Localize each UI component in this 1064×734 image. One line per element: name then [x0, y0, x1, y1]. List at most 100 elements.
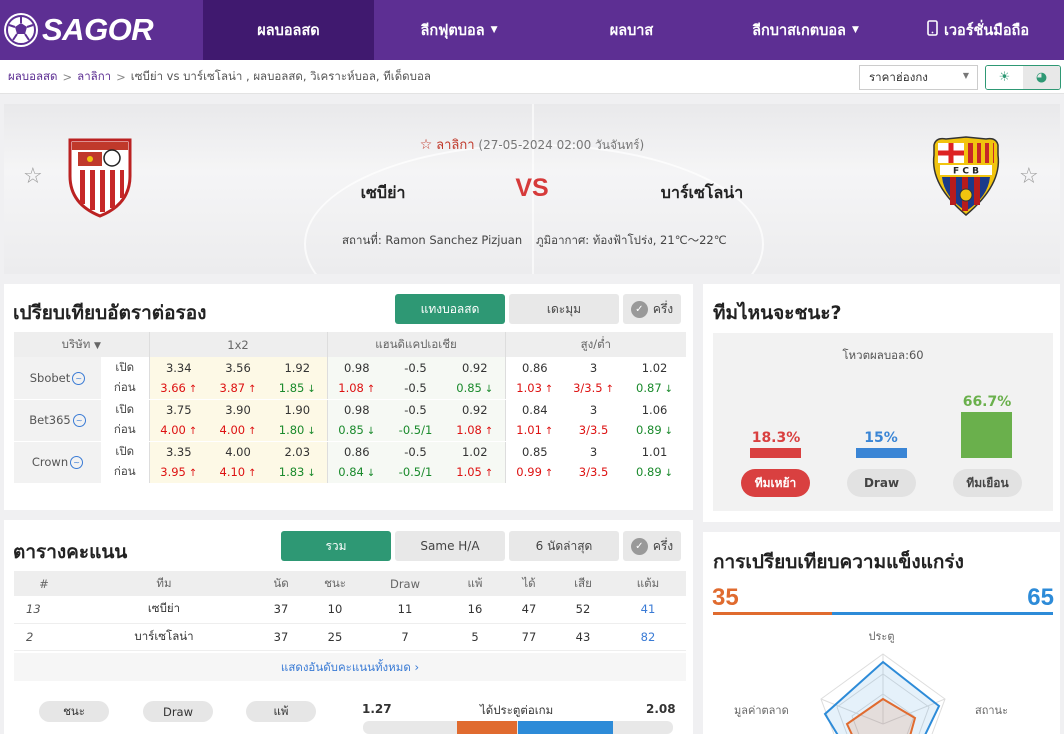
odds-value: 1.08	[338, 381, 364, 396]
tab-same-ha[interactable]: Same H/A	[395, 531, 505, 561]
odds-open-value: 0.92	[445, 357, 506, 378]
odds-before-value: 0.84 ↓	[327, 462, 386, 484]
standings-cell: 82	[610, 623, 686, 651]
odds-value: 1.83	[278, 465, 305, 480]
odds-open-value: 0.84	[505, 399, 565, 420]
standings-cell: 5	[448, 623, 502, 651]
tab-label: ครึ่ง	[652, 538, 674, 553]
odds-before-value: -0.5	[386, 378, 445, 400]
match-datetime: (27-05-2024 02:00 วันจันทร์)	[478, 138, 645, 152]
vote-count: โหวตผลบอล:60	[842, 348, 924, 362]
odds-open-value: 3.90	[208, 399, 268, 420]
arrow-up-icon: ↑	[248, 426, 257, 438]
bookmaker-label: Crown	[31, 455, 69, 469]
tab-half[interactable]: ✓ ครึ่ง	[623, 294, 681, 324]
league-name[interactable]: ลาลิกา	[436, 138, 474, 153]
arrow-down-icon: ↓	[664, 426, 674, 438]
odds-before-value: 0.85 ↓	[445, 378, 506, 400]
odds-comparison-card: เปรียบเทียบอัตราต่อรอง แทงบอลสด เดะมุม ✓…	[4, 284, 693, 510]
odds-before-value: 1.80 ↓	[268, 420, 328, 442]
arrow-up-icon: ↑	[248, 384, 257, 396]
theme-toggle[interactable]: ☀ ◕	[985, 65, 1061, 90]
home-strength-bar	[713, 612, 832, 615]
home-team-name[interactable]: เซบีย่า	[283, 181, 483, 206]
trend-chart-icon[interactable]: ~	[72, 371, 86, 385]
odds-open-value: 0.98	[327, 399, 386, 420]
star-icon[interactable]: ☆	[1019, 164, 1039, 189]
arrow-up-icon: ↑	[484, 426, 494, 438]
standings-cell: 13	[14, 596, 74, 624]
standings-header: แพ้	[448, 571, 502, 596]
odds-before-value: 0.89 ↓	[623, 420, 687, 442]
odds-value: 0.99	[516, 465, 542, 480]
standings-cell: 11	[362, 596, 448, 624]
nav-label: เวอร์ชั่นมือถือ	[943, 22, 1030, 39]
nav-basketball-results[interactable]: ผลบาส	[544, 0, 719, 60]
tab-corners[interactable]: เดะมุม	[509, 294, 619, 324]
vote-home-button[interactable]: ทีมเหย้า	[741, 469, 810, 497]
header-company[interactable]: บริษัท ▼	[14, 332, 150, 357]
trend-chart-icon[interactable]: ~	[70, 456, 84, 469]
nav-football-leagues[interactable]: ลีกฟุตบอล ▼	[374, 0, 544, 60]
odds-open-value: 3	[564, 441, 624, 462]
open-label: เปิด	[101, 441, 150, 462]
strength-title: การเปรียบเทียบความแข็งแกร่ง	[713, 551, 964, 573]
arrow-up-icon: ↑	[188, 426, 198, 438]
standings-cell: 41	[610, 596, 686, 624]
radar-axis-form: สถานะ	[975, 704, 1008, 717]
arrow-down-icon: ↓	[366, 468, 376, 480]
away-team-name[interactable]: บาร์เซโลน่า	[602, 181, 802, 206]
moon-icon[interactable]: ◕	[1023, 66, 1060, 89]
vote-draw-button[interactable]: Draw	[847, 469, 916, 497]
trend-chart-icon[interactable]: ~	[72, 414, 86, 427]
odds-open-value: 3.35	[149, 441, 208, 462]
vote-away-button[interactable]: ทีมเยือน	[953, 469, 1022, 497]
odds-open-value: 0.92	[445, 399, 506, 420]
bookmaker-name[interactable]: Crown ~	[14, 441, 101, 484]
arrow-down-icon: ↓	[664, 468, 674, 480]
odds-open-value: 1.02	[623, 357, 687, 378]
odds-open-value: 1.06	[623, 399, 687, 420]
team-link[interactable]: เซบีย่า	[74, 596, 254, 624]
show-all-standings-link[interactable]: แสดงอันดับคะแนนทั้งหมด ›	[14, 653, 686, 681]
star-icon[interactable]: ☆	[420, 137, 433, 153]
tab-total[interactable]: รวม	[281, 531, 391, 561]
odds-type-select[interactable]: ราคาฮ่องกง ▼	[859, 65, 978, 90]
odds-value: 1.03	[516, 381, 542, 396]
nav-live-scores[interactable]: ผลบอลสด	[203, 0, 374, 60]
tab-last-6[interactable]: 6 นัดล่าสุด	[509, 531, 619, 561]
arrow-down-icon: ↓	[307, 468, 316, 480]
header-asian-handicap: แฮนดิแคปเอเชีย	[327, 332, 506, 357]
odds-value: 1.85	[278, 381, 305, 396]
tab-live-betting[interactable]: แทงบอลสด	[395, 294, 505, 324]
standings-header: นัด	[254, 571, 308, 596]
breadcrumb-current: เซบีย่า vs บาร์เซโลน่า , ผลบอลสด, วิเครา…	[130, 68, 431, 83]
odds-value: 0.89	[636, 423, 662, 438]
star-icon[interactable]: ☆	[23, 164, 43, 189]
draw-percent: 15%	[864, 430, 898, 446]
odds-open-value: 0.86	[327, 441, 386, 462]
standings-cell: 77	[502, 623, 556, 651]
nav-label: ลีกฟุตบอล	[420, 22, 485, 39]
goals-compare-bar	[363, 721, 673, 734]
bookmaker-name[interactable]: Sbobet ~	[14, 357, 101, 400]
tab-half[interactable]: ✓ ครึ่ง	[623, 531, 681, 561]
bookmaker-name[interactable]: Bet365 ~	[14, 399, 101, 442]
soccer-ball-icon	[4, 13, 38, 47]
breadcrumb-league[interactable]: ลาลิกา	[77, 68, 111, 86]
strength-bar	[713, 612, 1053, 615]
team-link[interactable]: บาร์เซโลน่า	[74, 623, 254, 651]
who-wins-card: ทีมไหนจะชนะ? โหวตผลบอล:60 18.3% 15% 66.7…	[703, 284, 1060, 522]
nav-basketball-leagues[interactable]: ลีกบาสเกตบอล ▼	[719, 0, 892, 60]
sun-icon[interactable]: ☀	[986, 66, 1023, 89]
odds-before-value: 3/3.5	[564, 462, 624, 484]
open-label: เปิด	[101, 399, 150, 420]
filter-loss[interactable]: แพ้	[246, 701, 316, 722]
filter-draw[interactable]: Draw	[143, 701, 213, 722]
standings-header: แต้ม	[610, 571, 686, 596]
nav-mobile-version[interactable]: เวอร์ชั่นมือถือ	[892, 0, 1064, 60]
breadcrumb-home[interactable]: ผลบอลสด	[8, 68, 58, 86]
standings-title: ตารางคะแนน	[13, 541, 128, 563]
filter-win[interactable]: ชนะ	[39, 701, 109, 722]
site-logo[interactable]: SAGOR	[0, 0, 203, 60]
